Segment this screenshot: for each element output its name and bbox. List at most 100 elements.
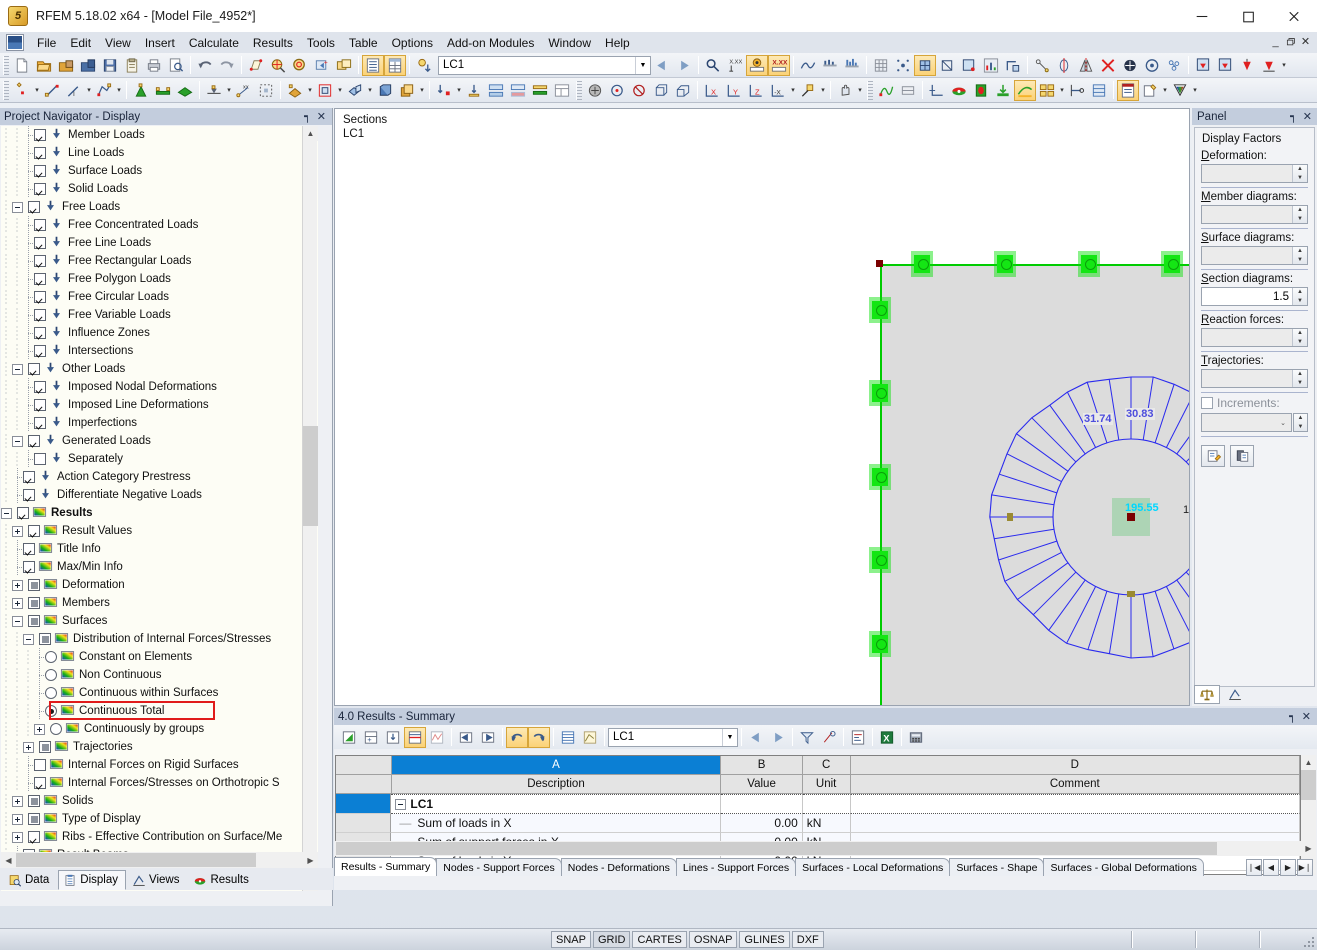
tree-expander[interactable] xyxy=(34,723,45,735)
free-load-icon[interactable] xyxy=(507,80,529,101)
new-solid-icon[interactable] xyxy=(314,80,336,101)
status-grid[interactable]: GRID xyxy=(592,931,631,948)
tree-item-solids[interactable]: Solids xyxy=(1,792,318,810)
zoom-window-icon[interactable] xyxy=(267,55,289,76)
render-model-icon[interactable] xyxy=(914,54,936,76)
tree-checkbox[interactable] xyxy=(34,255,46,267)
line-support-icon[interactable] xyxy=(1236,55,1258,76)
result-panel-icon[interactable] xyxy=(1036,80,1058,101)
settings-icon[interactable] xyxy=(1141,55,1163,76)
tree-item-differentiate-negative-loads[interactable]: Differentiate Negative Loads xyxy=(1,486,318,504)
first-tab-button[interactable]: ❘◀ xyxy=(1246,859,1262,876)
navigator-tab-data[interactable]: Data xyxy=(3,870,57,890)
new-opening-icon[interactable] xyxy=(284,80,306,101)
color-legend-icon[interactable] xyxy=(1169,80,1191,101)
tree-expander[interactable] xyxy=(12,597,23,609)
mdi-close-button[interactable]: ✕ xyxy=(1299,36,1312,49)
table-undo-icon[interactable] xyxy=(506,726,528,748)
table-chart-icon[interactable] xyxy=(426,727,448,748)
tree-checkbox[interactable] xyxy=(34,237,46,249)
panel-tab-factors[interactable] xyxy=(1222,685,1248,704)
solid-body-icon[interactable] xyxy=(374,80,396,101)
table-edit-icon[interactable] xyxy=(338,727,360,748)
chevron-down-icon[interactable]: ▾ xyxy=(336,80,344,100)
load-case-selector-icon[interactable] xyxy=(413,55,435,76)
tree-checkbox[interactable] xyxy=(28,363,40,375)
tree-checkbox[interactable] xyxy=(34,759,46,771)
tab-surfaces-global-deformations[interactable]: Surfaces - Global Deformations xyxy=(1043,858,1204,876)
maximize-button[interactable] xyxy=(1225,0,1271,32)
menu-tools[interactable]: Tools xyxy=(300,34,342,52)
status-cartes[interactable]: CARTES xyxy=(632,931,687,948)
chevron-down-icon[interactable]: ▾ xyxy=(306,80,314,100)
chevron-down-icon[interactable]: ▾ xyxy=(418,80,426,100)
tree-item-solid-loads[interactable]: Solid Loads xyxy=(1,180,318,198)
tree-expander[interactable] xyxy=(12,363,23,375)
tree-expander[interactable] xyxy=(12,813,23,825)
model-options-icon[interactable] xyxy=(1163,55,1185,76)
scroll-thumb[interactable] xyxy=(303,426,318,526)
previous-tab-button[interactable]: ◀ xyxy=(1263,859,1279,876)
nodal-support-icon[interactable] xyxy=(203,80,225,101)
table-load-case-combo[interactable]: LC1 ▼ xyxy=(608,727,738,747)
chevron-down-icon[interactable]: ⌄ xyxy=(1275,414,1291,431)
increments-checkbox[interactable] xyxy=(1201,397,1213,409)
grid-column-header-comment[interactable]: Comment xyxy=(850,775,1300,794)
table-filter-settings-icon[interactable] xyxy=(796,727,818,748)
grid-horizontal-scrollbar[interactable]: ▶ xyxy=(335,841,1316,856)
tree-item-distribution-of-internal-forces-stresses[interactable]: Distribution of Internal Forces/Stresses xyxy=(1,630,318,648)
chevron-down-icon[interactable]: ▾ xyxy=(1191,80,1199,100)
menu-insert[interactable]: Insert xyxy=(138,34,182,52)
tree-checkbox[interactable] xyxy=(28,597,40,609)
panel-pin-icon[interactable]: ┑ xyxy=(1290,110,1297,123)
row-selector[interactable] xyxy=(336,794,392,814)
tree-item-continuous-within-surfaces[interactable]: Continuous within Surfaces xyxy=(1,684,318,702)
member-load-icon[interactable] xyxy=(463,80,485,101)
surface-support-icon[interactable] xyxy=(1258,55,1280,76)
grid-column-header-unit[interactable]: Unit xyxy=(802,775,851,794)
status-dxf[interactable]: DXF xyxy=(791,931,824,948)
tree-checkbox[interactable] xyxy=(39,633,51,645)
zoom-all-icon[interactable] xyxy=(289,55,311,76)
print-icon[interactable] xyxy=(143,55,165,76)
view-in-x-icon[interactable]: X xyxy=(701,80,723,101)
export-excel-icon[interactable]: X xyxy=(876,727,898,748)
grid-corner[interactable] xyxy=(336,756,392,775)
menu-file[interactable]: File xyxy=(30,34,63,52)
load-wizard-icon[interactable] xyxy=(551,80,573,101)
new-surface-icon[interactable] xyxy=(174,80,196,101)
tree-checkbox[interactable] xyxy=(28,615,40,627)
tree-item-free-concentrated-loads[interactable]: Free Concentrated Loads xyxy=(1,216,318,234)
tree-item-imposed-nodal-deformations[interactable]: Imposed Nodal Deformations xyxy=(1,378,318,396)
calculate-selected-icon[interactable] xyxy=(628,80,650,101)
undo-icon[interactable] xyxy=(194,55,216,76)
chevron-down-icon[interactable]: ▼ xyxy=(635,56,650,74)
tree-checkbox[interactable] xyxy=(34,777,46,789)
results-table-pin-icon[interactable]: ┑ xyxy=(1289,710,1296,723)
chevron-down-icon[interactable]: ▾ xyxy=(115,80,123,100)
release-icon[interactable]: xx xyxy=(233,80,255,101)
grid-column-letter-c[interactable]: C xyxy=(802,756,851,775)
scroll-thumb-h[interactable] xyxy=(16,853,256,867)
new-polyline-icon[interactable] xyxy=(93,80,115,101)
tree-item-max-min-info[interactable]: Max/Min Info xyxy=(1,558,318,576)
tree-expander[interactable] xyxy=(1,507,12,519)
tree-radio[interactable] xyxy=(45,651,57,663)
section-diagrams-spinner[interactable]: 1.5 ▲ ▼ xyxy=(1201,287,1308,306)
tree-item-continuous-total[interactable]: Continuous Total xyxy=(1,701,318,720)
copy-solid-icon[interactable] xyxy=(396,80,418,101)
open-model-icon[interactable] xyxy=(77,55,99,76)
table-import-icon[interactable] xyxy=(382,727,404,748)
minimize-button[interactable] xyxy=(1179,0,1225,32)
fe-mesh-icon[interactable] xyxy=(870,55,892,76)
tree-item-surface-loads[interactable]: Surface Loads xyxy=(1,162,318,180)
table-next-loadcase-icon[interactable] xyxy=(767,727,789,748)
tree-expander[interactable] xyxy=(12,615,23,627)
new-contact-icon[interactable] xyxy=(344,80,366,101)
next-tab-button[interactable]: ▶ xyxy=(1280,859,1296,876)
printout-wizard-icon[interactable] xyxy=(1139,80,1161,101)
mdi-minimize-button[interactable]: _ xyxy=(1269,36,1282,49)
tree-checkbox[interactable] xyxy=(34,453,46,465)
chevron-down-icon[interactable]: ▾ xyxy=(33,80,41,100)
table-report-icon[interactable] xyxy=(847,727,869,748)
